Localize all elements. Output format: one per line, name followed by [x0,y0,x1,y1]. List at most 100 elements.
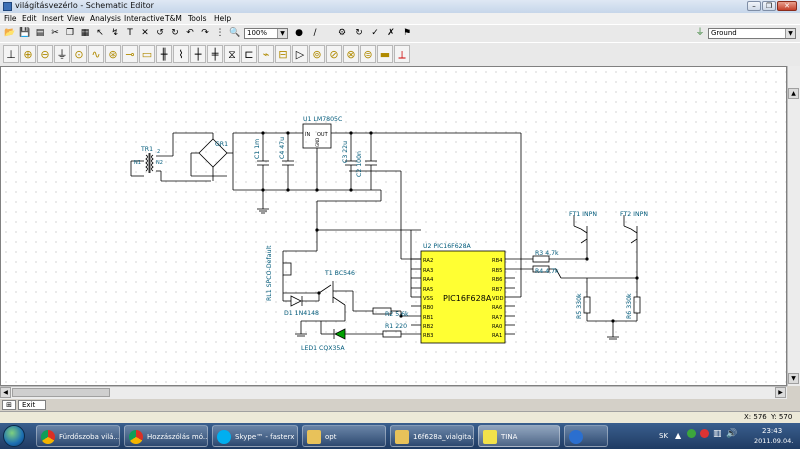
taskbar-folder-opt[interactable]: opt [302,425,386,447]
restore-button[interactable]: ❐ [762,1,776,11]
voltmeter-icon[interactable]: ⊘ [326,45,342,63]
led1-label: LED1 CQX35A [301,345,345,352]
capacitor-icon[interactable]: ╫ [156,45,172,63]
text-tool-icon[interactable]: T [123,27,137,40]
menu-interactive[interactable]: Interactive [124,14,164,23]
fuse-icon[interactable]: ▬ [377,45,393,63]
cut-icon[interactable]: ✂ [48,27,62,40]
delete-icon[interactable]: ✕ [138,27,152,40]
zoom-select[interactable]: 100% ▼ [244,28,288,39]
signal-generator-icon[interactable]: ∿ [88,45,104,63]
erc-icon[interactable]: ✗ [384,27,398,40]
tab-exit[interactable]: Exit [18,400,46,410]
cursor-tool-icon[interactable]: ⚙ [335,27,349,40]
meter-icon[interactable]: ⊚ [309,45,325,63]
relay-icon[interactable]: ⌁ [258,45,274,63]
menu-tm[interactable]: T&M [165,14,182,23]
rl1-label: RL1 SPCO-Default [266,245,273,301]
gr1-label: GR1 [215,141,228,148]
schematic-drawing: U1 LM7805C IN OUT GND TR1 N1 N2 2 GR1 C1… [130,116,648,352]
dc-analysis-icon[interactable]: ● [292,27,306,40]
voltage-source-icon[interactable]: ⊖ [37,45,53,63]
tray-antivirus-icon[interactable] [700,429,709,438]
pointer-icon[interactable]: ↖ [93,27,107,40]
taskbar-skype[interactable]: Skype™ - fasterx [212,425,298,447]
scroll-thumb[interactable] [12,388,110,397]
menu-view[interactable]: View [67,14,85,23]
tray-green-icon[interactable] [687,429,696,438]
sheet-icon[interactable]: ⊞ [2,400,16,410]
taskbar-app-7[interactable] [564,425,608,447]
network-icon[interactable]: ▥ [713,429,722,439]
ground-select[interactable]: Ground ▼ [708,28,796,39]
inductor-icon[interactable]: ⌇ [173,45,189,63]
menu-tools[interactable]: Tools [188,14,206,23]
folder-icon [395,430,409,444]
clock-date[interactable]: 2011.09.04. [754,437,793,445]
volume-icon[interactable]: 🔊 [726,429,737,439]
diode-icon[interactable]: ▷ [292,45,308,63]
jumper-icon[interactable]: ⟂ [394,45,410,63]
folder-icon [307,430,321,444]
u1-pin-gnd-label: GND [315,138,320,147]
resistor-icon[interactable]: ▭ [139,45,155,63]
ground-component-icon[interactable]: ⏚ [54,45,70,63]
taskbar-chrome-2[interactable]: Hozzászólás mó... [124,425,208,447]
refresh-icon[interactable]: ↻ [352,27,366,40]
switch-icon[interactable]: ⊸ [122,45,138,63]
vertical-scrollbar[interactable]: ▲ ▼ [787,66,800,386]
menu-insert[interactable]: Insert [42,14,64,23]
rotate-right-icon[interactable]: ↻ [168,27,182,40]
current-source-icon[interactable]: ⊙ [71,45,87,63]
ground-icon[interactable]: ⏚ [693,27,707,40]
save-icon[interactable]: 💾 [18,27,32,40]
taskbar-folder-16f628a[interactable]: 16f628a_vialgita... [390,425,474,447]
schematic-canvas[interactable]: U1 LM7805C IN OUT GND TR1 N1 N2 2 GR1 C1… [0,66,787,386]
transformer-icon[interactable]: ⧖ [224,45,240,63]
clock-time[interactable]: 23:43 [762,427,782,435]
flag-icon[interactable]: ⚑ [400,27,414,40]
menu-edit[interactable]: Edit [22,14,37,23]
variable-capacitor-icon[interactable]: ╪ [207,45,223,63]
menu-analysis[interactable]: Analysis [90,14,121,23]
crystal-icon[interactable]: ⊟ [275,45,291,63]
tray-arrow-icon[interactable]: ▲ [675,431,681,440]
undo-icon[interactable]: ↶ [183,27,197,40]
horizontal-scrollbar[interactable]: ◀ ▶ [0,386,787,399]
menu-file[interactable]: File [4,14,17,23]
start-button[interactable] [3,425,25,447]
redo-icon[interactable]: ↷ [198,27,212,40]
rotate-left-icon[interactable]: ↺ [153,27,167,40]
close-button[interactable]: ✕ [777,1,797,11]
zoom-icon[interactable]: 🔍 [228,27,242,40]
potentiometer-icon[interactable]: ┼ [190,45,206,63]
clock-source-icon[interactable]: ⊛ [105,45,121,63]
scroll-right-icon[interactable]: ▶ [775,387,786,398]
pin-left-4: VSS [423,296,433,302]
probe-icon[interactable]: ∕ [308,27,322,40]
open-icon[interactable]: 📂 [3,27,17,40]
cursor-y-readout: Y: 570 [771,413,793,421]
lamp-icon[interactable]: ⊜ [360,45,376,63]
grid-icon[interactable]: ⋮ [213,27,227,40]
wire-icon[interactable]: ↯ [108,27,122,40]
pin-right-3: RB7 [492,287,502,293]
minimize-button[interactable]: – [747,1,761,11]
taskbar-chrome-1[interactable]: Fürdőszoba vilá... [36,425,120,447]
menu-help[interactable]: Help [214,14,231,23]
print-icon[interactable]: ▤ [33,27,47,40]
paste-icon[interactable]: ▦ [78,27,92,40]
copy-icon[interactable]: ❐ [63,27,77,40]
taskbar-item-label: 16f628a_vialgita... [413,433,474,441]
pin-left-1: RA3 [423,268,433,274]
language-indicator[interactable]: SK [659,432,668,440]
scroll-up-icon[interactable]: ▲ [788,88,799,99]
check-icon[interactable]: ✓ [368,27,382,40]
taskbar-tina[interactable]: TINA [478,425,560,447]
battery-icon[interactable]: ⊕ [20,45,36,63]
scroll-down-icon[interactable]: ▼ [788,373,799,384]
coupled-inductor-icon[interactable]: ⊏ [241,45,257,63]
scroll-left-icon[interactable]: ◀ [0,387,11,398]
wire-component-icon[interactable]: ⊥ [3,45,19,63]
ammeter-icon[interactable]: ⊗ [343,45,359,63]
